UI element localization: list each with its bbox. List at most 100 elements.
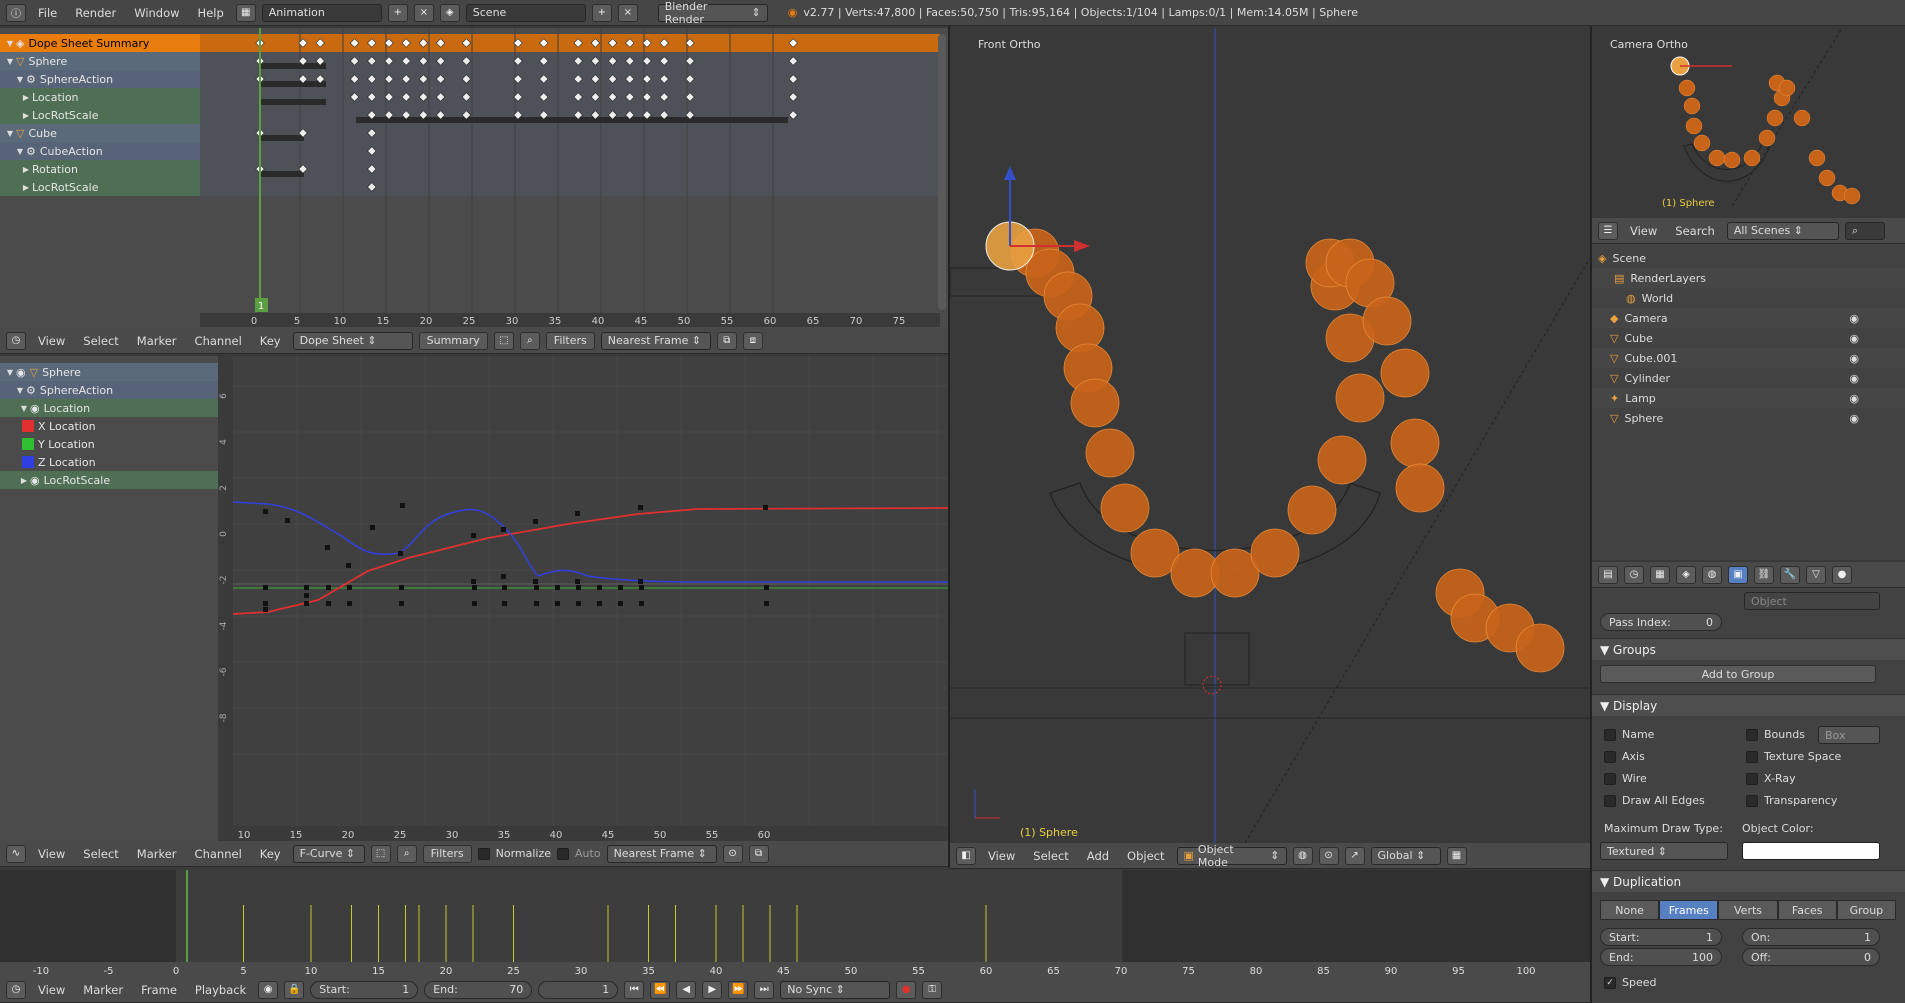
menu-help[interactable]: Help	[192, 6, 230, 20]
fcurve-key[interactable]	[502, 585, 507, 590]
fcurve-key[interactable]	[618, 601, 623, 606]
option-checkbox[interactable]	[1746, 794, 1758, 807]
fcurve-key[interactable]	[501, 527, 506, 532]
remove-layout-icon[interactable]: ×	[413, 3, 434, 22]
fcurve-key[interactable]	[639, 585, 644, 590]
fcurve-key[interactable]	[326, 601, 331, 606]
camera-canvas[interactable]: Camera Ortho (1) Sphere	[1592, 28, 1905, 216]
filters-button[interactable]: Filters	[545, 331, 595, 350]
filter-icon[interactable]: ⌕	[519, 331, 540, 350]
jump-start-icon[interactable]: ⏮	[624, 980, 645, 999]
visibility-eye-icon[interactable]: ◉	[1849, 332, 1859, 345]
display-option[interactable]: Bounds	[1746, 728, 1805, 741]
play-reverse-icon[interactable]: ◀	[676, 980, 697, 999]
current-frame-field[interactable]: 1	[538, 980, 619, 999]
mode-select[interactable]: ▣ Object Mode ⇕	[1176, 843, 1287, 869]
fcurve-key[interactable]	[576, 585, 581, 590]
fcurve-key[interactable]	[534, 585, 539, 590]
option-checkbox[interactable]	[1604, 750, 1616, 763]
editor-type-icon[interactable]: ☰	[1598, 221, 1618, 240]
menu-select[interactable]: Select	[77, 334, 124, 348]
fcurve-key[interactable]	[471, 579, 476, 584]
menu-marker[interactable]: Marker	[77, 983, 129, 997]
menu-key[interactable]: Key	[254, 847, 287, 861]
snap-select[interactable]: Nearest Frame ⇕	[606, 844, 717, 863]
visibility-eye-icon[interactable]: ◉	[1849, 312, 1859, 325]
scene-icon[interactable]: ◈	[439, 3, 460, 22]
display-option[interactable]: Name	[1604, 728, 1654, 741]
dup-end-field[interactable]: End: 100	[1600, 948, 1722, 966]
filters-button[interactable]: Filters	[422, 844, 472, 863]
object-tab-icon[interactable]: ▣	[1728, 565, 1748, 584]
editor-type-icon[interactable]: ◷	[6, 980, 26, 999]
scene-selector[interactable]: Scene	[465, 3, 586, 22]
layers-tab-icon[interactable]: ▦	[1650, 565, 1670, 584]
paste-icon[interactable]: ⧈	[742, 331, 763, 350]
sync-select[interactable]: No Sync ⇕	[780, 980, 891, 999]
display-option[interactable]: Draw All Edges	[1604, 794, 1705, 807]
fcurve-key[interactable]	[304, 593, 309, 598]
fcurve-key[interactable]	[576, 601, 581, 606]
menu-object[interactable]: Object	[1121, 849, 1170, 863]
fcurve-key[interactable]	[400, 503, 405, 508]
menu-render[interactable]: Render	[69, 6, 122, 20]
record-icon[interactable]: ●	[896, 980, 917, 999]
fcurve-key[interactable]	[285, 518, 290, 523]
option-checkbox[interactable]	[1746, 772, 1758, 785]
channel-object[interactable]: ▼ ▽ Sphere	[0, 52, 200, 70]
fcurve-key[interactable]	[326, 585, 331, 590]
channel-group[interactable]: ▶ Location	[0, 88, 200, 106]
next-key-icon[interactable]: ⏩	[728, 980, 749, 999]
dup-tab-faces[interactable]: Faces	[1777, 900, 1837, 920]
channel-group[interactable]: ▶ LocRotScale	[0, 178, 200, 196]
dup-tab-none[interactable]: None	[1600, 900, 1660, 920]
fcurve-key[interactable]	[575, 579, 580, 584]
fcurve-key[interactable]	[533, 519, 538, 524]
fcurve-key[interactable]	[555, 585, 560, 590]
graph-channel-object[interactable]: ▼ ◉ ▽ Sphere	[0, 363, 218, 381]
auto-checkbox[interactable]	[557, 847, 570, 860]
duplication-panel-header[interactable]: ▼ Duplication	[1592, 870, 1905, 892]
menu-marker[interactable]: Marker	[131, 847, 183, 861]
speed-option[interactable]: ✓ Speed	[1604, 976, 1656, 989]
bounds-type-select[interactable]: Box	[1818, 726, 1880, 744]
fcurve-key[interactable]	[399, 585, 404, 590]
editor-type-icon[interactable]: ∿	[6, 844, 26, 863]
fcurve-key[interactable]	[304, 601, 309, 606]
menu-file[interactable]: File	[32, 6, 63, 20]
render-tab-icon[interactable]: ◷	[1624, 565, 1644, 584]
mode-select[interactable]: Dope Sheet ⇕	[292, 331, 413, 350]
object-color-swatch[interactable]	[1742, 842, 1880, 860]
layers-icon[interactable]: ▦	[1446, 846, 1467, 865]
add-layout-icon[interactable]: +	[387, 3, 408, 22]
menu-channel[interactable]: Channel	[189, 847, 248, 861]
option-checkbox[interactable]	[1604, 794, 1616, 807]
option-checkbox[interactable]	[1746, 750, 1758, 763]
dup-tab-frames[interactable]: Frames	[1659, 900, 1719, 920]
outliner-item[interactable]: ▽ Sphere ◉	[1592, 408, 1905, 428]
keying-set-icon[interactable]: ⚿	[922, 980, 943, 999]
viewport-3d[interactable]: Front Ortho (1) Sphere ◧ View Select Add…	[950, 28, 1590, 869]
outliner-item[interactable]: ▽ Cylinder ◉	[1592, 368, 1905, 388]
groups-panel-header[interactable]: ▼ Groups	[1592, 638, 1905, 660]
menu-view[interactable]: View	[982, 849, 1021, 863]
timeline-canvas[interactable]: -10 -5 0 5 10 15 20 25 30 35 40 45 50 55 60 65 70 75 80 85 9…	[0, 870, 1590, 977]
world-tab-icon[interactable]: ◍	[1702, 565, 1722, 584]
dopesheet-keyframe-area[interactable]: 1 0 5 10 15 20 25 30 35 40 45 50 55 60 65 70 75	[200, 28, 948, 328]
modifiers-tab-icon[interactable]: 🔧	[1780, 565, 1800, 584]
filter-icon[interactable]: ⌕	[396, 844, 417, 863]
fcurve-key[interactable]	[263, 585, 268, 590]
search-input[interactable]: ⌕	[1844, 221, 1885, 240]
fcurve-key[interactable]	[638, 579, 643, 584]
channel-group[interactable]: ▶ Rotation	[0, 160, 200, 178]
menu-select[interactable]: Select	[77, 847, 124, 861]
preview-range-icon[interactable]: ◉	[258, 980, 279, 999]
outliner-item[interactable]: ▽ Cube.001 ◉	[1592, 348, 1905, 368]
graph-channel-fcurve[interactable]: Y Location	[0, 435, 218, 453]
fcurve-key[interactable]	[472, 585, 477, 590]
visibility-eye-icon[interactable]: ◉	[1849, 352, 1859, 365]
graph-curve-area[interactable]: 6420-2-4-6-8 10 15 20 25 30 35 40 45 50 55 60	[218, 356, 948, 841]
fcurve-key[interactable]	[263, 607, 268, 612]
camera-viewport[interactable]: Camera Ortho (1) Sphere	[1592, 28, 1905, 216]
prev-key-icon[interactable]: ⏪	[650, 980, 671, 999]
